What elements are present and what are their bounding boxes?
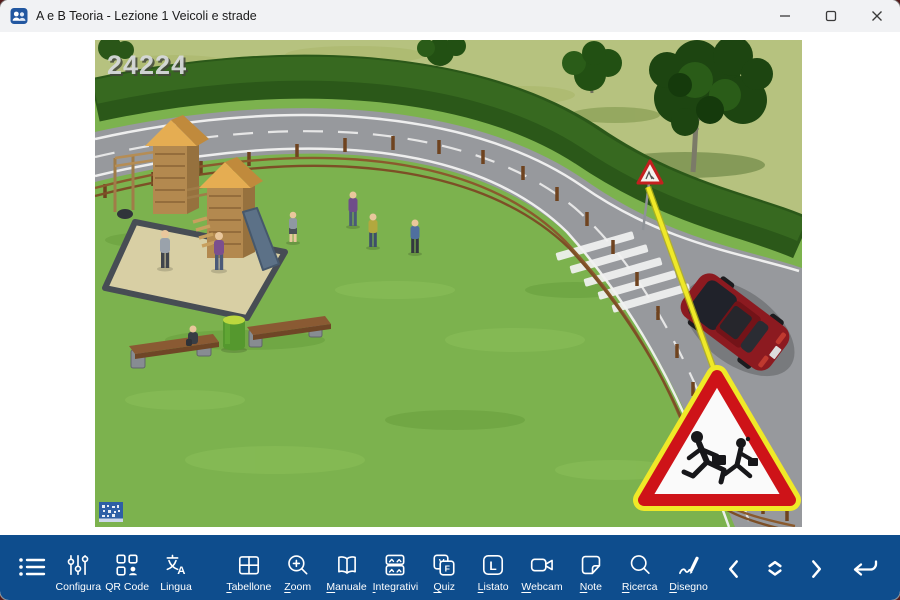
toolbar-label: Lingua xyxy=(160,581,192,593)
pen-signature-icon xyxy=(676,552,702,578)
app-window: A e B Teoria - Lezione 1 Veicoli e strad… xyxy=(0,0,900,600)
window-title: A e B Teoria - Lezione 1 Veicoli e strad… xyxy=(36,9,257,23)
zoom-in-icon xyxy=(285,552,311,578)
maximize-button[interactable] xyxy=(808,0,854,32)
toolbar-label: Manuale xyxy=(326,581,366,593)
toolbar-label: QR Code xyxy=(105,581,149,593)
translate-icon: A xyxy=(163,552,189,578)
toolbar-label: Ricerca xyxy=(622,581,658,593)
toolbar-button-manuale[interactable]: Manuale xyxy=(322,535,371,600)
grid-icon xyxy=(236,552,262,578)
close-button[interactable] xyxy=(854,0,900,32)
return-button[interactable] xyxy=(836,535,890,600)
toolbar-button-disegno[interactable]: Disegno xyxy=(664,535,713,600)
maximize-icon xyxy=(825,10,837,22)
sliders-icon xyxy=(65,552,91,578)
search-icon xyxy=(627,552,653,578)
toolbar: Configura QR Code A Lingua Tabellone xyxy=(0,535,900,600)
toolbar-button-zoom[interactable]: Zoom xyxy=(273,535,322,600)
toolbar-button-listato[interactable]: L Listato xyxy=(469,535,518,600)
toolbar-button-qr-code[interactable]: QR Code xyxy=(103,535,152,600)
toolbar-label: Quiz xyxy=(433,581,455,593)
toolbar-label: Disegno xyxy=(669,581,708,593)
svg-text:L: L xyxy=(489,559,496,573)
app-people-icon xyxy=(10,7,28,25)
toolbar-button-tabellone[interactable]: Tabellone xyxy=(224,535,273,600)
toolbar-label: Listato xyxy=(478,581,509,593)
previous-button[interactable] xyxy=(713,535,754,600)
true-false-icon: V F xyxy=(431,552,457,578)
svg-text:A: A xyxy=(177,565,185,577)
toolbar-button-quiz[interactable]: V F Quiz xyxy=(420,535,469,600)
stacked-images-icon xyxy=(382,552,408,578)
next-button[interactable] xyxy=(795,535,836,600)
toolbar-button-configura[interactable]: Configura xyxy=(54,535,103,600)
return-arrow-icon xyxy=(845,554,881,582)
open-book-icon xyxy=(334,552,360,578)
menu-button[interactable] xyxy=(10,535,54,600)
chevron-up-down-icon xyxy=(761,554,789,582)
toolbar-label: Zoom xyxy=(284,581,311,593)
toolbar-button-webcam[interactable]: Webcam xyxy=(518,535,567,600)
close-icon xyxy=(871,10,883,22)
chevron-right-icon xyxy=(803,555,829,581)
toolbar-label: Configura xyxy=(56,581,102,593)
lesson-image[interactable]: 24224 24224 xyxy=(95,40,802,527)
toolbar-button-lingua[interactable]: A Lingua xyxy=(152,535,201,600)
note-icon xyxy=(578,552,604,578)
toolbar-label: Note xyxy=(580,581,602,593)
trash-bin xyxy=(221,316,247,354)
svg-text:F: F xyxy=(445,563,450,573)
toolbar-button-ricerca[interactable]: Ricerca xyxy=(615,535,664,600)
up-down-button[interactable] xyxy=(754,535,795,600)
toolbar-label: Webcam xyxy=(521,581,562,593)
square-l-icon: L xyxy=(480,552,506,578)
bullet-list-icon xyxy=(17,554,47,580)
watermark-logo xyxy=(99,502,123,522)
toolbar-label: Integrativi xyxy=(373,581,419,593)
video-camera-icon xyxy=(529,552,555,578)
slide-navigation xyxy=(713,535,890,600)
qr-code-icon xyxy=(114,552,140,578)
svg-text:24224: 24224 xyxy=(107,50,187,80)
toolbar-button-note[interactable]: Note xyxy=(566,535,615,600)
titlebar: A e B Teoria - Lezione 1 Veicoli e strad… xyxy=(0,0,900,32)
content-area: 24224 24224 xyxy=(0,32,900,535)
minimize-icon xyxy=(779,10,791,22)
minimize-button[interactable] xyxy=(762,0,808,32)
toolbar-label: Tabellone xyxy=(226,581,271,593)
chevron-left-icon xyxy=(721,555,747,581)
toolbar-spacer xyxy=(200,535,224,600)
toolbar-button-integrativi[interactable]: Integrativi xyxy=(371,535,420,600)
photo-number: 24224 24224 xyxy=(107,50,189,82)
